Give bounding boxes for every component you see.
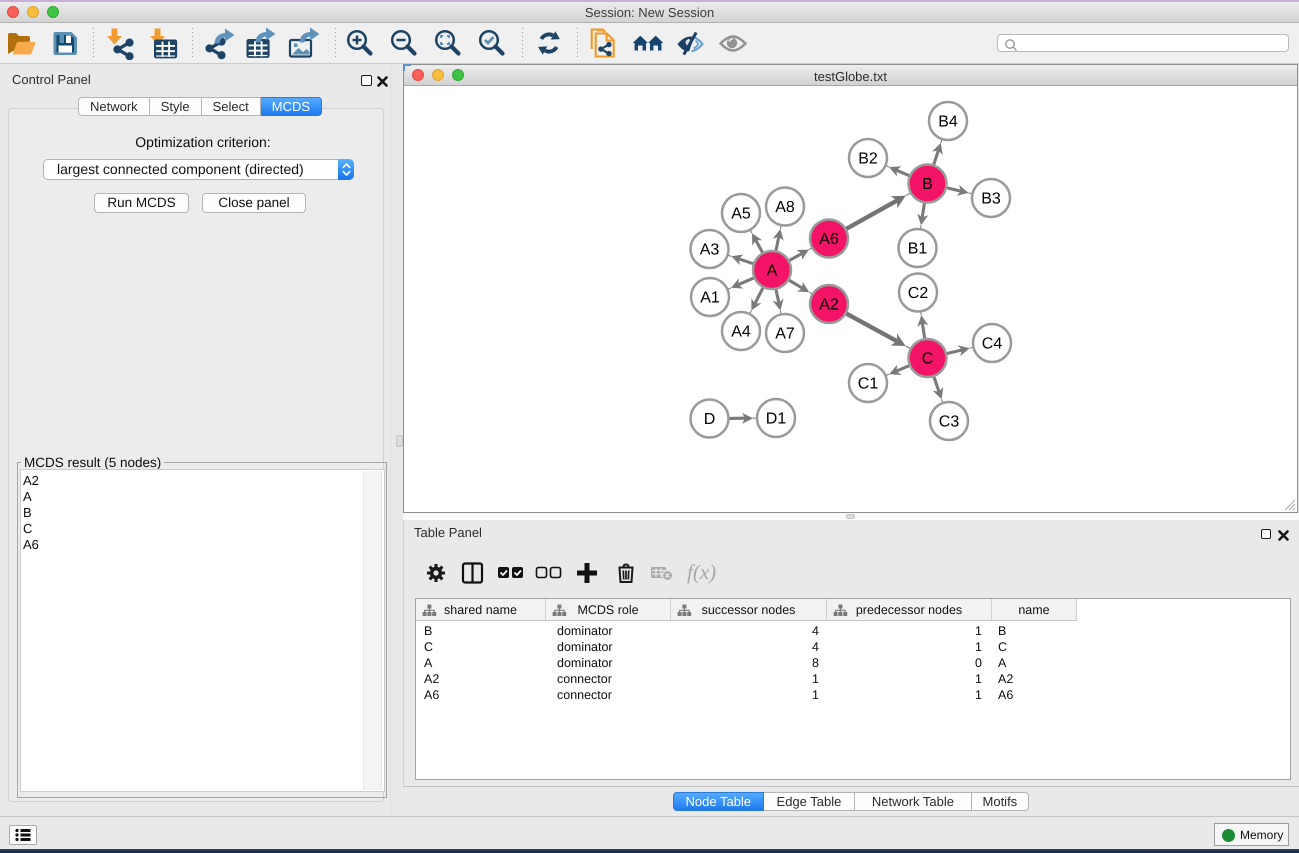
svg-text:C1: C1 [858,376,879,393]
svg-text:B: B [922,176,933,193]
svg-text:D1: D1 [766,411,787,428]
svg-text:A2: A2 [819,297,839,314]
svg-text:C: C [922,351,934,368]
svg-text:f(x): f(x) [687,561,716,584]
svg-text:C3: C3 [939,414,960,431]
svg-text:A4: A4 [731,324,751,341]
svg-text:A3: A3 [700,242,720,259]
svg-text:A1: A1 [700,290,720,307]
svg-text:D: D [704,411,716,428]
svg-text:A6: A6 [819,231,839,248]
svg-text:B4: B4 [938,114,958,131]
svg-text:C4: C4 [982,336,1003,353]
svg-text:A5: A5 [731,206,751,223]
svg-text:B3: B3 [981,191,1001,208]
svg-text:B2: B2 [858,151,878,168]
svg-text:C2: C2 [908,285,929,302]
svg-text:A7: A7 [775,326,795,343]
svg-text:A8: A8 [775,199,795,216]
svg-text:A: A [767,263,778,280]
svg-text:B1: B1 [908,241,928,258]
